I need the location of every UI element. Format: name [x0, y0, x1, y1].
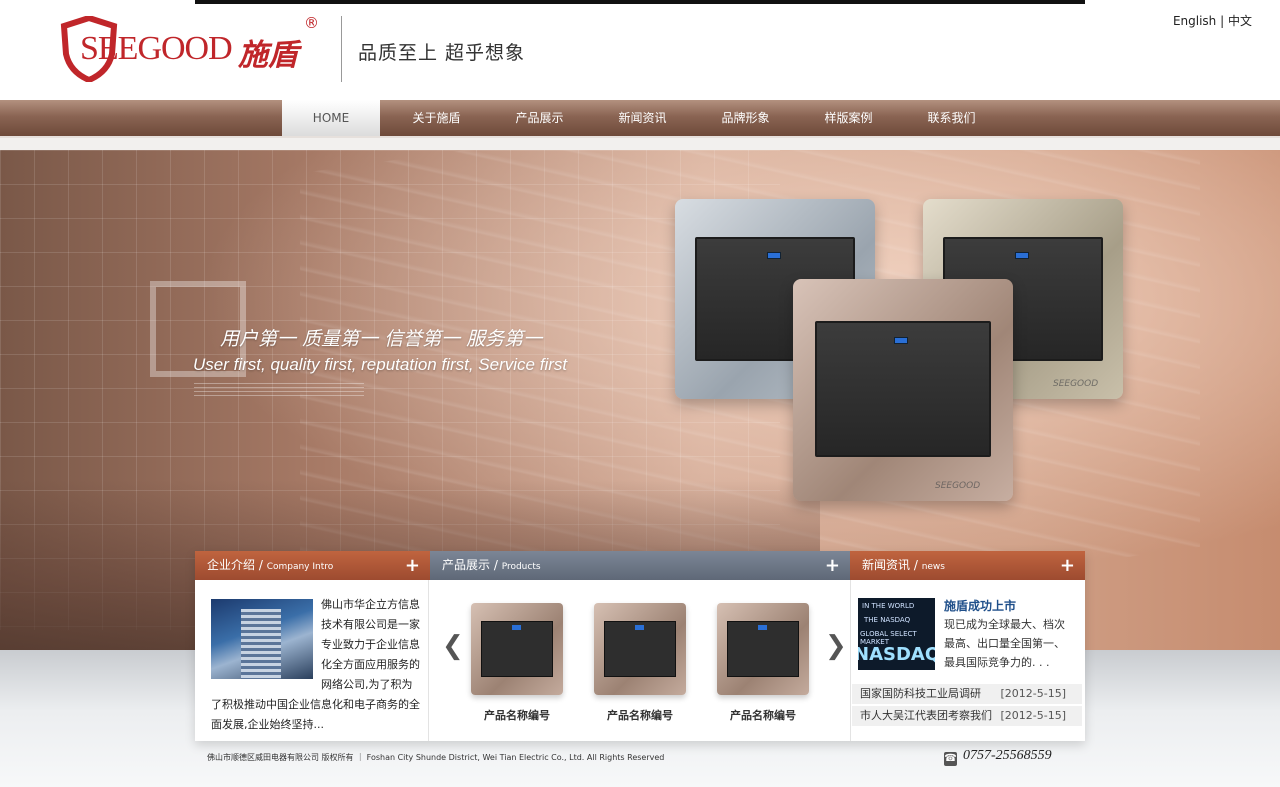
motto-en: User first, quality first, reputation fi… [193, 355, 568, 374]
nav-products[interactable]: 产品展示 [488, 100, 591, 136]
header: SEEGOOD 施盾 ® 品质至上 超乎想象 English | 中文 [0, 4, 1280, 100]
nav-news[interactable]: 新闻资讯 [591, 100, 694, 136]
switch-rose-gold: SEEGOOD [793, 279, 1013, 501]
nav-about[interactable]: 关于施盾 [385, 100, 488, 136]
lang-chinese-link[interactable]: 中文 [1228, 14, 1252, 28]
product-name: 产品名称编号 [484, 709, 550, 722]
news-item-date: [2012-5-15] [1000, 687, 1066, 700]
product-thumbnail [717, 603, 809, 695]
product-item[interactable]: 产品名称编号 [717, 603, 809, 723]
intro-header: 企业介绍 / Company Intro + [195, 551, 430, 580]
news-list-item[interactable]: 市人大吴江代表团考察我们 [2012-5-15] [852, 706, 1082, 726]
phone-icon: ☎ [944, 752, 957, 766]
logo[interactable]: SEEGOOD 施盾 ® [60, 14, 330, 86]
brand-name-en: SEEGOOD [80, 30, 233, 67]
product-name: 产品名称编号 [730, 709, 796, 722]
news-more-button[interactable]: + [1060, 551, 1075, 580]
nav-brand[interactable]: 品牌形象 [694, 100, 797, 136]
header-divider [341, 16, 342, 82]
brand-name-cn: 施盾 [238, 38, 298, 73]
product-thumbnail [594, 603, 686, 695]
carousel-next-icon[interactable]: ❯ [825, 631, 847, 661]
phone-number: 0757-25568559 [963, 748, 1052, 763]
news-list-item[interactable]: 国家国防科技工业局调研 [2012-5-15] [852, 684, 1082, 704]
carousel-prev-icon[interactable]: ❮ [442, 631, 464, 661]
slogan: 品质至上 超乎想象 [358, 42, 526, 64]
language-switcher: English | 中文 [1173, 12, 1252, 29]
news-header: 新闻资讯 / news + [850, 551, 1085, 580]
registered-mark: ® [304, 14, 319, 32]
news-item-title: 市人大吴江代表团考察我们 [860, 709, 992, 722]
products-header: 产品展示 / Products + [430, 551, 850, 580]
lang-separator: | [1220, 14, 1225, 28]
motto-cn: 用户第一 质量第一 信誉第一 服务第一 [220, 328, 543, 350]
main-nav: HOME 关于施盾 产品展示 新闻资讯 品牌形象 样版案例 联系我们 [0, 100, 1280, 138]
building-image [211, 599, 313, 679]
company-intro: 佛山市华企立方信息技术有限公司是一家专业致力于企业信息化全方面应用服务的网络公司… [211, 595, 423, 735]
product-item[interactable]: 产品名称编号 [594, 603, 686, 723]
news-headline-link[interactable]: 施盾成功上市 [944, 597, 1016, 614]
news-item-title: 国家国防科技工业局调研 [860, 687, 981, 700]
news-summary: 现已成为全球最大、档次最高、出口量全国第一、最具国际竞争力的. . . [944, 618, 1065, 669]
products-more-button[interactable]: + [825, 551, 840, 580]
product-item[interactable]: 产品名称编号 [471, 603, 563, 723]
nav-contact[interactable]: 联系我们 [900, 100, 1003, 136]
nav-cases[interactable]: 样版案例 [797, 100, 900, 136]
footer-phone: ☎ 0757-25568559 [944, 748, 1052, 766]
lang-english-link[interactable]: English [1173, 14, 1216, 28]
news-item-date: [2012-5-15] [1000, 709, 1066, 722]
motto-fine-print [194, 383, 364, 397]
nav-gap [0, 138, 1280, 150]
content-panels: 企业介绍 / Company Intro + 产品展示 / Products +… [195, 551, 1085, 741]
nasdaq-image: IN THE WORLD THE NASDAQ GLOBAL SELECT MA… [858, 598, 935, 670]
product-name: 产品名称编号 [607, 709, 673, 722]
footer-copyright: 佛山市顺德区威田电器有限公司 版权所有 ｜ Foshan City Shunde… [207, 753, 665, 762]
intro-more-button[interactable]: + [405, 551, 420, 580]
nav-home[interactable]: HOME [282, 100, 380, 136]
product-thumbnail [471, 603, 563, 695]
